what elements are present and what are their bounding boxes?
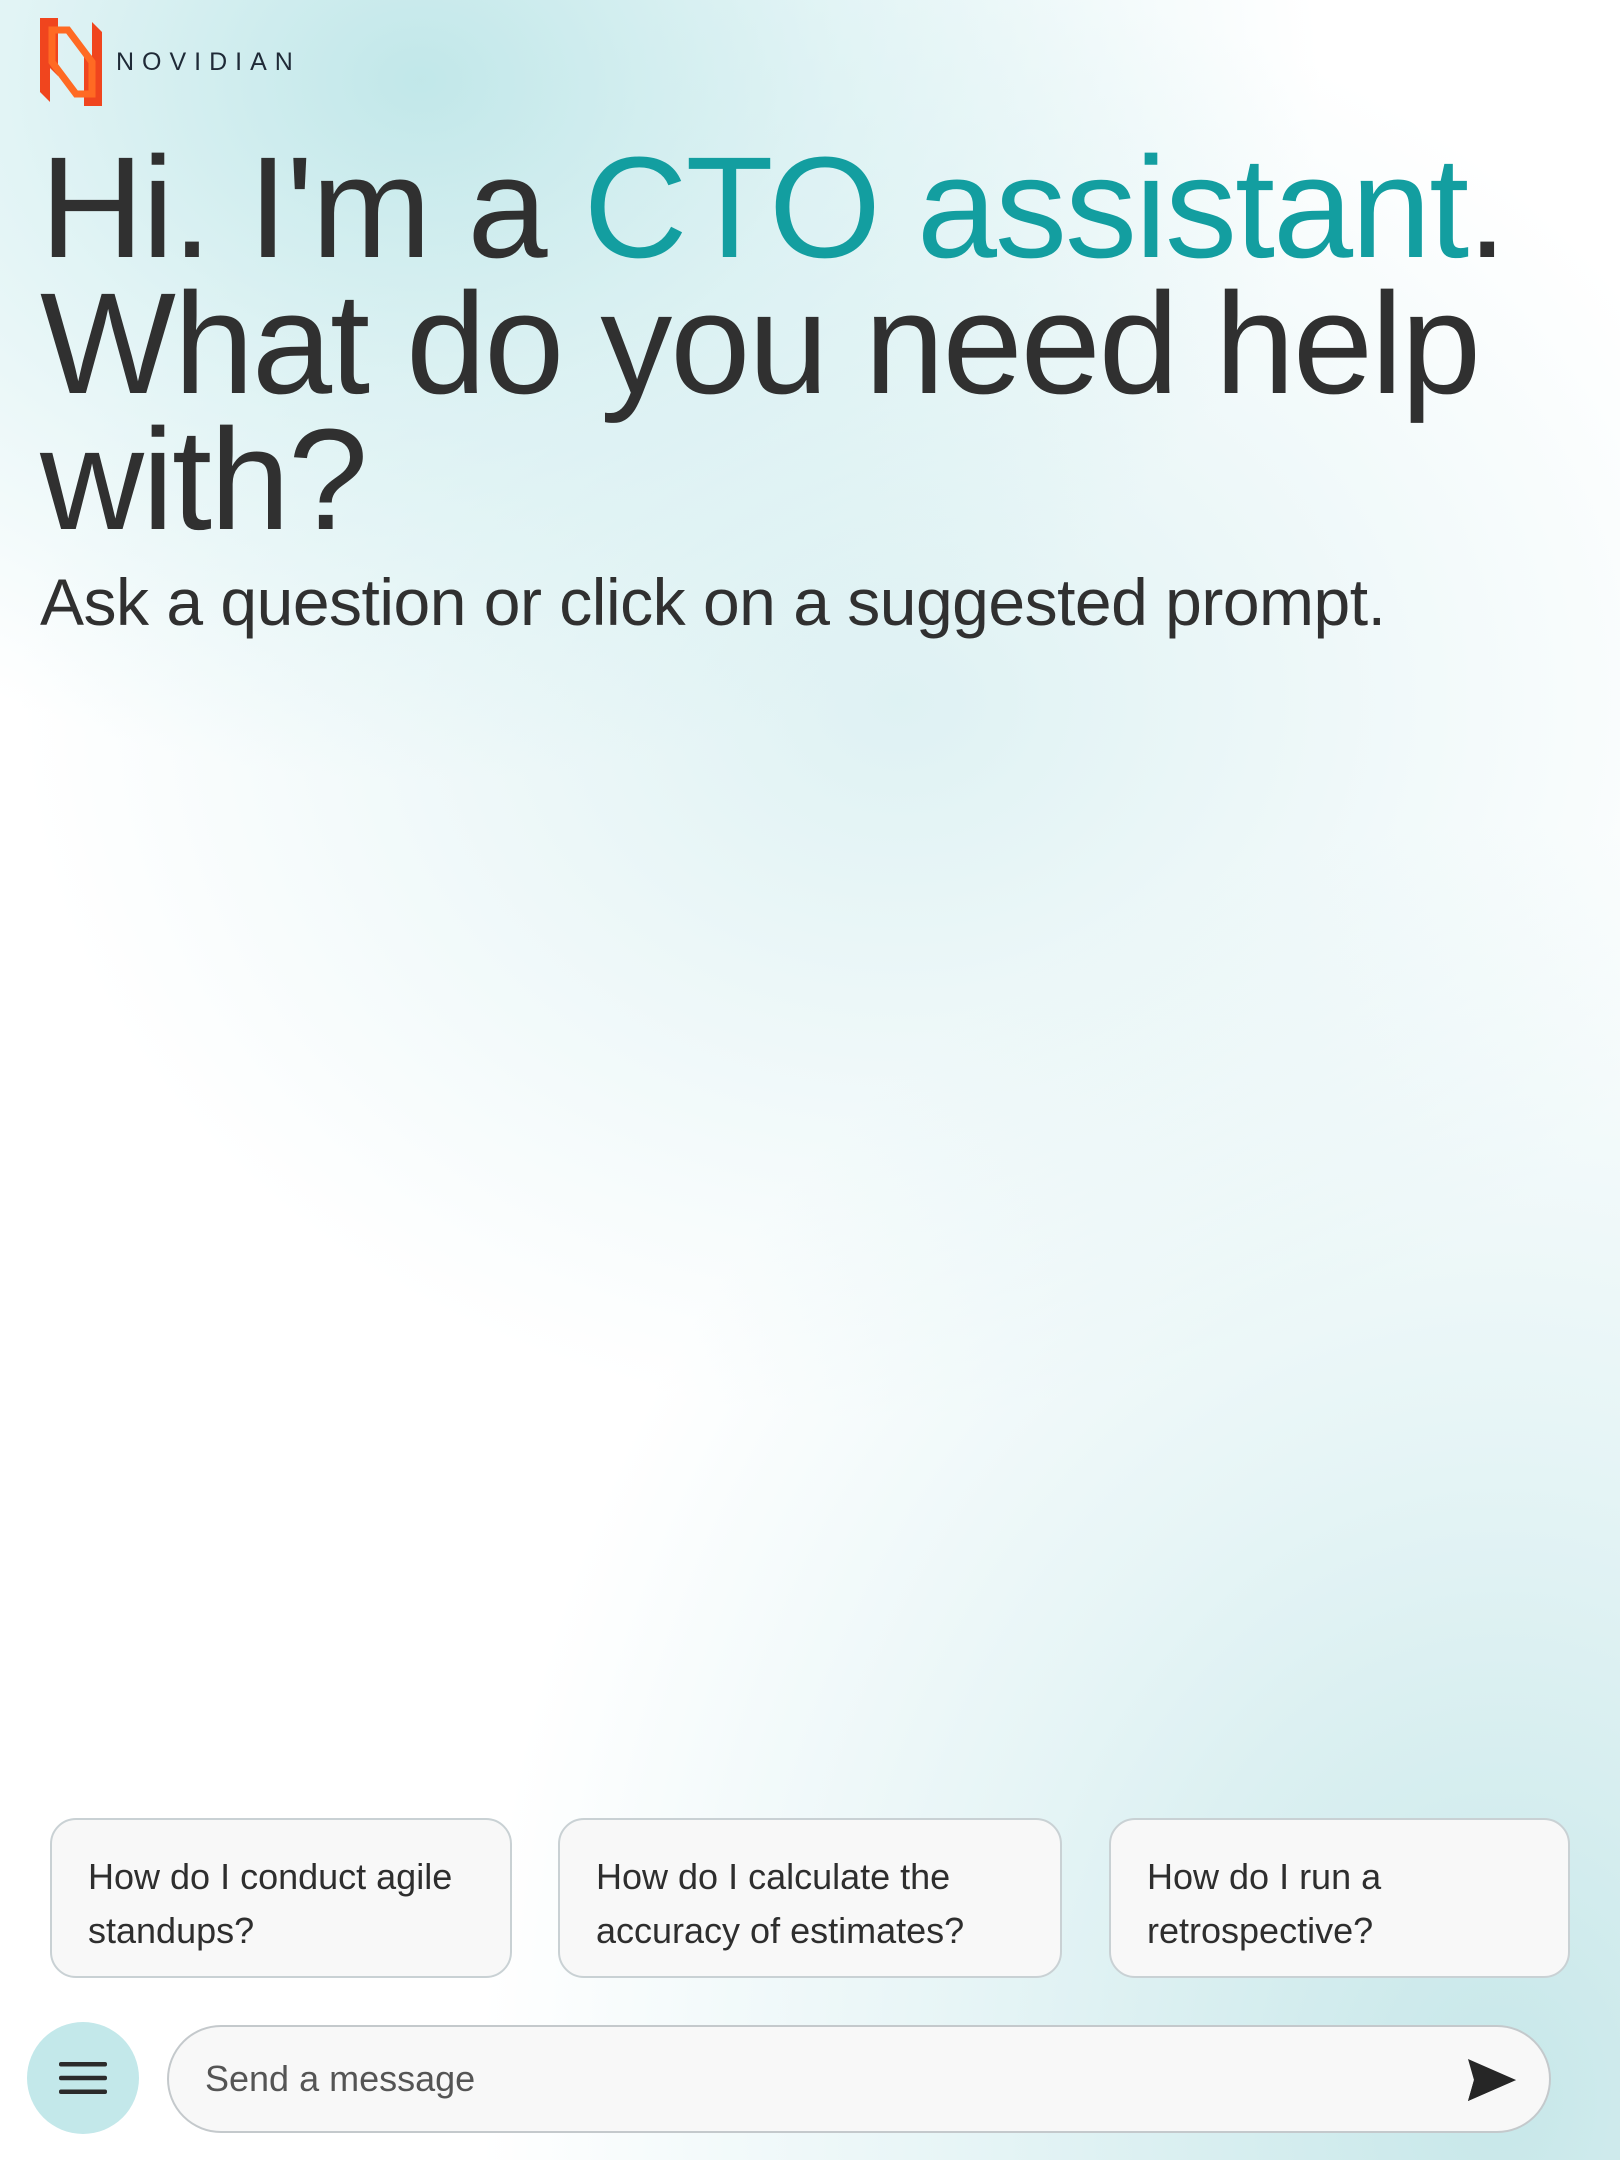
suggested-prompt-retrospective[interactable]: How do I run a retrospective? (1109, 1818, 1570, 1978)
hero-title-line2: What do you need help with? (40, 263, 1481, 560)
send-button[interactable] (1463, 2051, 1521, 2109)
menu-button[interactable] (27, 2022, 139, 2134)
hero-section: Hi. I'm a CTO assistant. What do you need… (40, 136, 1580, 642)
hamburger-menu-icon (59, 2062, 107, 2094)
brand-name: NOVIDIAN (116, 47, 301, 76)
send-arrow-icon (1468, 2059, 1516, 2101)
message-input[interactable] (205, 2027, 1405, 2131)
hero-title: Hi. I'm a CTO assistant. What do you need… (40, 136, 1580, 552)
novidian-logo-icon (40, 18, 102, 106)
hero-subtitle: Ask a question or click on a suggested p… (40, 565, 1386, 639)
message-composer (167, 2025, 1551, 2133)
suggested-prompts: How do I conduct agile standups? How do … (50, 1818, 1570, 1980)
suggested-prompt-agile-standups[interactable]: How do I conduct agile standups? (50, 1818, 512, 1978)
suggested-prompt-estimate-accuracy[interactable]: How do I calculate the accuracy of estim… (558, 1818, 1062, 1978)
brand-logo[interactable]: NOVIDIAN (38, 16, 301, 108)
